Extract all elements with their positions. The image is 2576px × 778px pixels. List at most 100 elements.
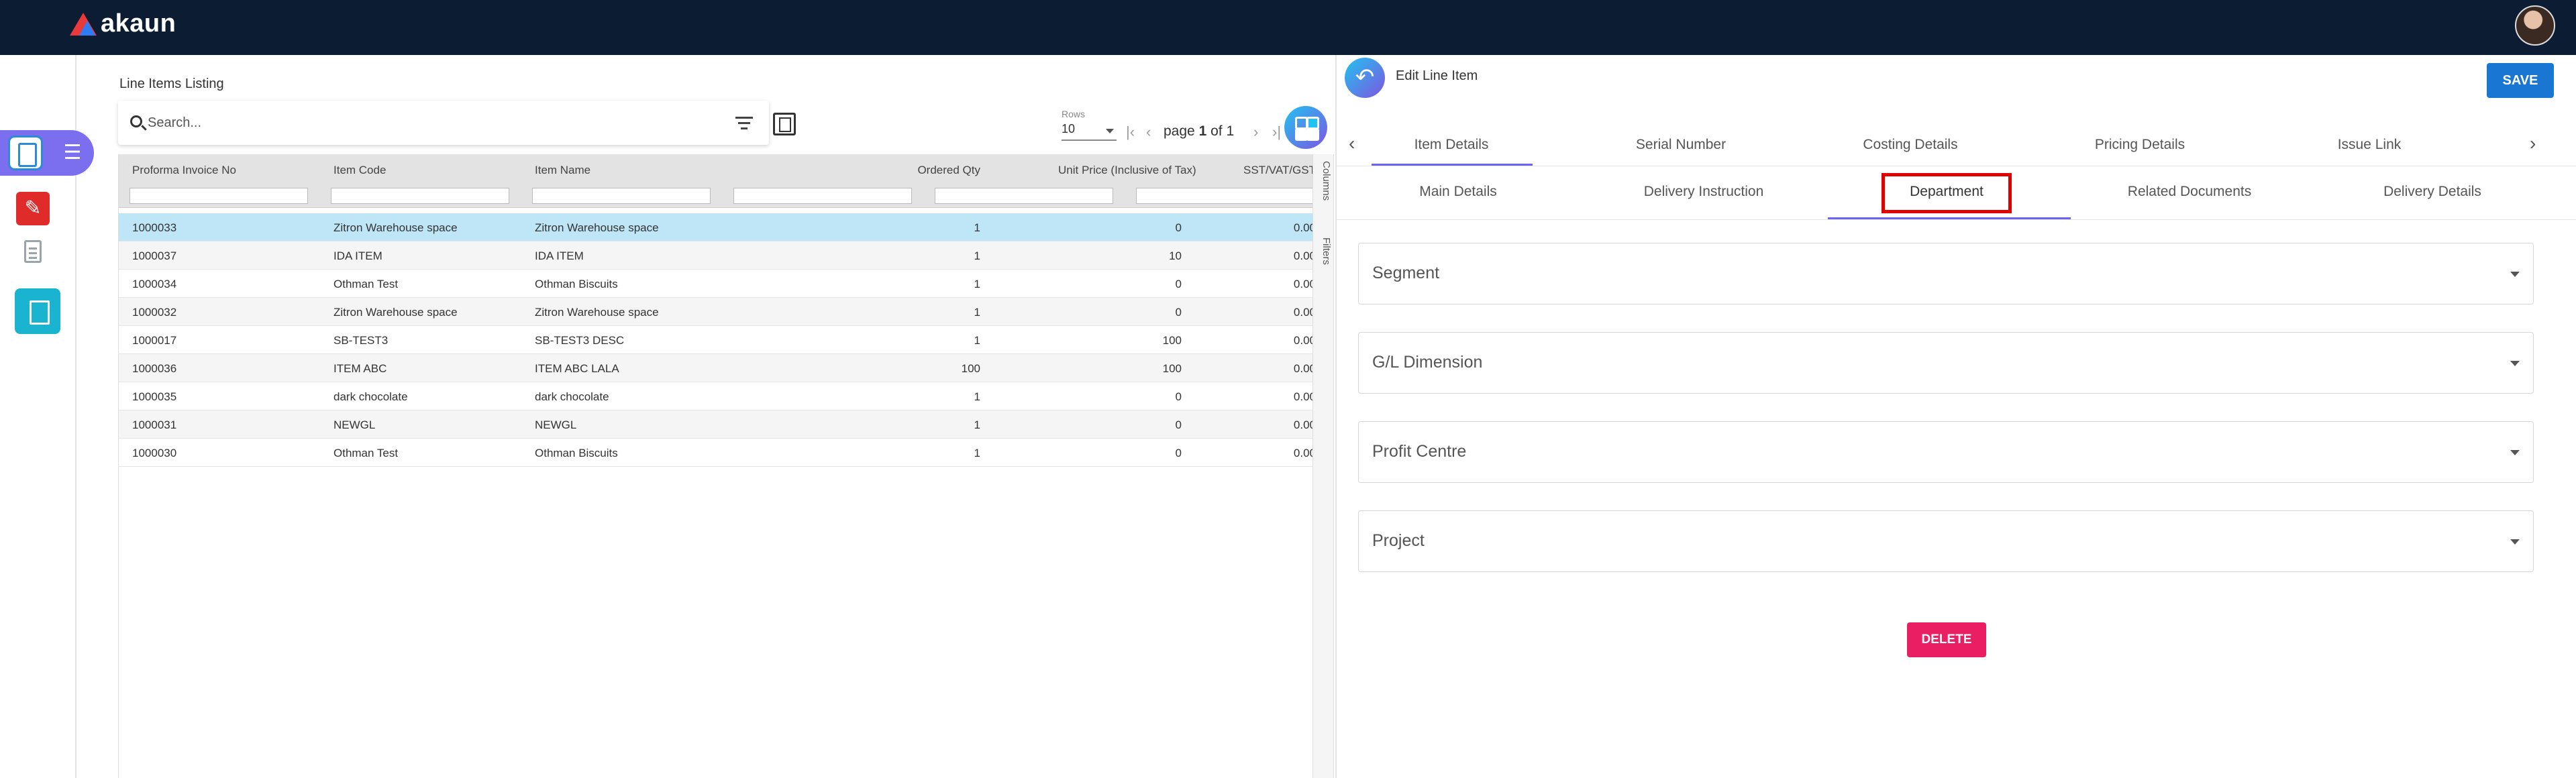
first-page-icon[interactable]: |‹ [1126, 123, 1135, 141]
column-filter-input[interactable] [733, 188, 912, 204]
column-filter-input[interactable] [1136, 188, 1314, 204]
tab-pricing-details[interactable]: Pricing Details [2025, 137, 2255, 153]
menu-toggle-icon[interactable]: ☰ [60, 142, 85, 164]
table-cell-tax: 0.00 [1293, 419, 1314, 431]
table-cell-price: 10 [1169, 249, 1182, 262]
table-row[interactable]: 1000034 Othman Test Othman Biscuits 1 0 0.00 [119, 270, 1314, 298]
table-cell-tax: 0.00 [1293, 221, 1314, 234]
table-row[interactable]: 1000030 Othman Test Othman Biscuits 1 0 0.00 [119, 439, 1314, 467]
column-header[interactable]: Item Code [333, 164, 386, 177]
field-label: G/L Dimension [1372, 353, 1483, 372]
logo-icon [70, 12, 97, 36]
page-total: 1 [1226, 123, 1235, 139]
project-select[interactable]: Project [1358, 510, 2534, 572]
brand-name: akaun [101, 9, 176, 38]
table-cell-invoice: 1000030 [132, 447, 177, 459]
list-view-icon[interactable] [15, 288, 60, 334]
filters-tab[interactable]: Filters [1316, 237, 1332, 265]
table-cell-code: SB-TEST3 [333, 334, 389, 347]
export-icon[interactable] [773, 113, 796, 135]
table-row[interactable]: 1000031 NEWGL NEWGL 1 0 0.00 [119, 410, 1314, 439]
gl-dimension-select[interactable]: G/L Dimension [1358, 332, 2534, 394]
table-cell-qty: 100 [961, 362, 980, 375]
table-row[interactable]: 1000037 IDA ITEM IDA ITEM 1 10 0.00 [119, 241, 1314, 270]
subtab-related-documents[interactable]: Related Documents [2068, 184, 2311, 200]
table-cell-code: Othman Test [333, 447, 399, 459]
table-cell-invoice: 1000036 [132, 362, 177, 375]
column-header[interactable]: Unit Price (Inclusive of Tax) [1058, 164, 1196, 177]
table-cell-qty: 1 [974, 249, 980, 262]
table-row[interactable]: 1000017 SB-TEST3 SB-TEST3 DESC 1 100 0.00 [119, 326, 1314, 354]
line-items-table: Proforma Invoice No Item Code Item Name … [118, 154, 1314, 778]
column-filter-input[interactable] [532, 188, 711, 204]
columns-tab[interactable]: Columns [1316, 161, 1332, 201]
filter-icon[interactable] [735, 117, 753, 130]
column-filter-input[interactable] [130, 188, 308, 204]
brand-logo[interactable]: akaun [70, 9, 176, 38]
table-cell-qty: 1 [974, 390, 980, 403]
table-row[interactable]: 1000035 dark chocolate dark chocolate 1 0 0.0… [119, 382, 1314, 410]
page-word: page [1164, 123, 1195, 139]
table-cell-invoice: 1000037 [132, 249, 177, 262]
table-cell-invoice: 1000033 [132, 221, 177, 234]
tab-serial-number[interactable]: Serial Number [1566, 137, 1796, 153]
side-tool-strip: Columns Filters [1312, 154, 1334, 778]
chevron-down-icon [2510, 361, 2520, 366]
subtab-delivery-instruction[interactable]: Delivery Instruction [1582, 184, 1825, 200]
table-cell-name: IDA ITEM [535, 249, 584, 262]
previous-page-icon[interactable]: ‹ [1146, 123, 1151, 141]
save-button[interactable]: SAVE [2487, 63, 2554, 98]
table-cell-tax: 0.00 [1293, 362, 1314, 375]
table-row[interactable]: 1000032 Zitron Warehouse space Zitron Ware… [119, 298, 1314, 326]
column-header[interactable]: Ordered Qty [857, 164, 980, 177]
table-cell-price: 0 [1175, 447, 1182, 459]
pdf-icon[interactable]: ✎ [16, 192, 50, 225]
table-cell-invoice: 1000032 [132, 306, 177, 319]
table-cell-code: IDA ITEM [333, 249, 382, 262]
table-cell-name: Zitron Warehouse space [535, 306, 659, 319]
column-header[interactable]: SST/VAT/GST [1243, 164, 1314, 177]
table-cell-name: Othman Biscuits [535, 447, 618, 459]
tab-issue-link[interactable]: Issue Link [2255, 137, 2484, 153]
table-cell-qty: 1 [974, 278, 980, 290]
tab-item-details[interactable]: Item Details [1337, 137, 1566, 153]
column-header[interactable]: Item Name [535, 164, 590, 177]
table-cell-price: 0 [1175, 221, 1182, 234]
table-row[interactable]: 1000036 ITEM ABC ITEM ABC LALA 100 100 0.00 [119, 354, 1314, 382]
delete-button[interactable]: DELETE [1907, 622, 1986, 657]
column-filter-input[interactable] [935, 188, 1113, 204]
chevron-right-icon[interactable]: › [2530, 133, 2536, 154]
rows-per-page-select[interactable]: 10 [1062, 122, 1117, 141]
active-app-pill[interactable]: ☰ [0, 130, 94, 176]
subtab-main-details[interactable]: Main Details [1337, 184, 1580, 200]
search-icon [130, 115, 142, 127]
back-button[interactable]: ↶ [1345, 58, 1385, 98]
table-cell-code: Zitron Warehouse space [333, 306, 458, 319]
rows-per-page-value: 10 [1062, 122, 1076, 135]
document-icon[interactable] [24, 240, 42, 263]
column-filter-input[interactable] [331, 188, 509, 204]
grid-view-button[interactable] [1284, 106, 1327, 149]
table-cell-qty: 1 [974, 221, 980, 234]
last-page-icon[interactable]: ›| [1272, 123, 1281, 141]
segment-select[interactable]: Segment [1358, 243, 2534, 304]
table-cell-qty: 1 [974, 419, 980, 431]
table-cell-tax: 0.00 [1293, 447, 1314, 459]
search-input[interactable] [148, 113, 684, 133]
user-avatar[interactable] [2515, 5, 2555, 46]
profit-centre-select[interactable]: Profit Centre [1358, 421, 2534, 483]
tab-costing-details[interactable]: Costing Details [1796, 137, 2025, 153]
table-cell-code: Othman Test [333, 278, 399, 290]
table-cell-price: 0 [1175, 306, 1182, 319]
column-header[interactable]: Proforma Invoice No [132, 164, 236, 177]
search-box [118, 101, 769, 145]
table-cell-tax: 0.00 [1293, 334, 1314, 347]
table-cell-tax: 0.00 [1293, 390, 1314, 403]
subtab-delivery-details[interactable]: Delivery Details [2311, 184, 2554, 200]
table-row[interactable]: 1000033 Zitron Warehouse space Zitron Ware… [119, 213, 1314, 241]
page-title: Edit Line Item [1396, 68, 1478, 83]
next-page-icon[interactable]: › [1253, 123, 1258, 141]
page-indicator: page 1 of 1 [1164, 123, 1234, 140]
tab-active-indicator [1372, 164, 1533, 166]
table-cell-tax: 0.00 [1293, 278, 1314, 290]
